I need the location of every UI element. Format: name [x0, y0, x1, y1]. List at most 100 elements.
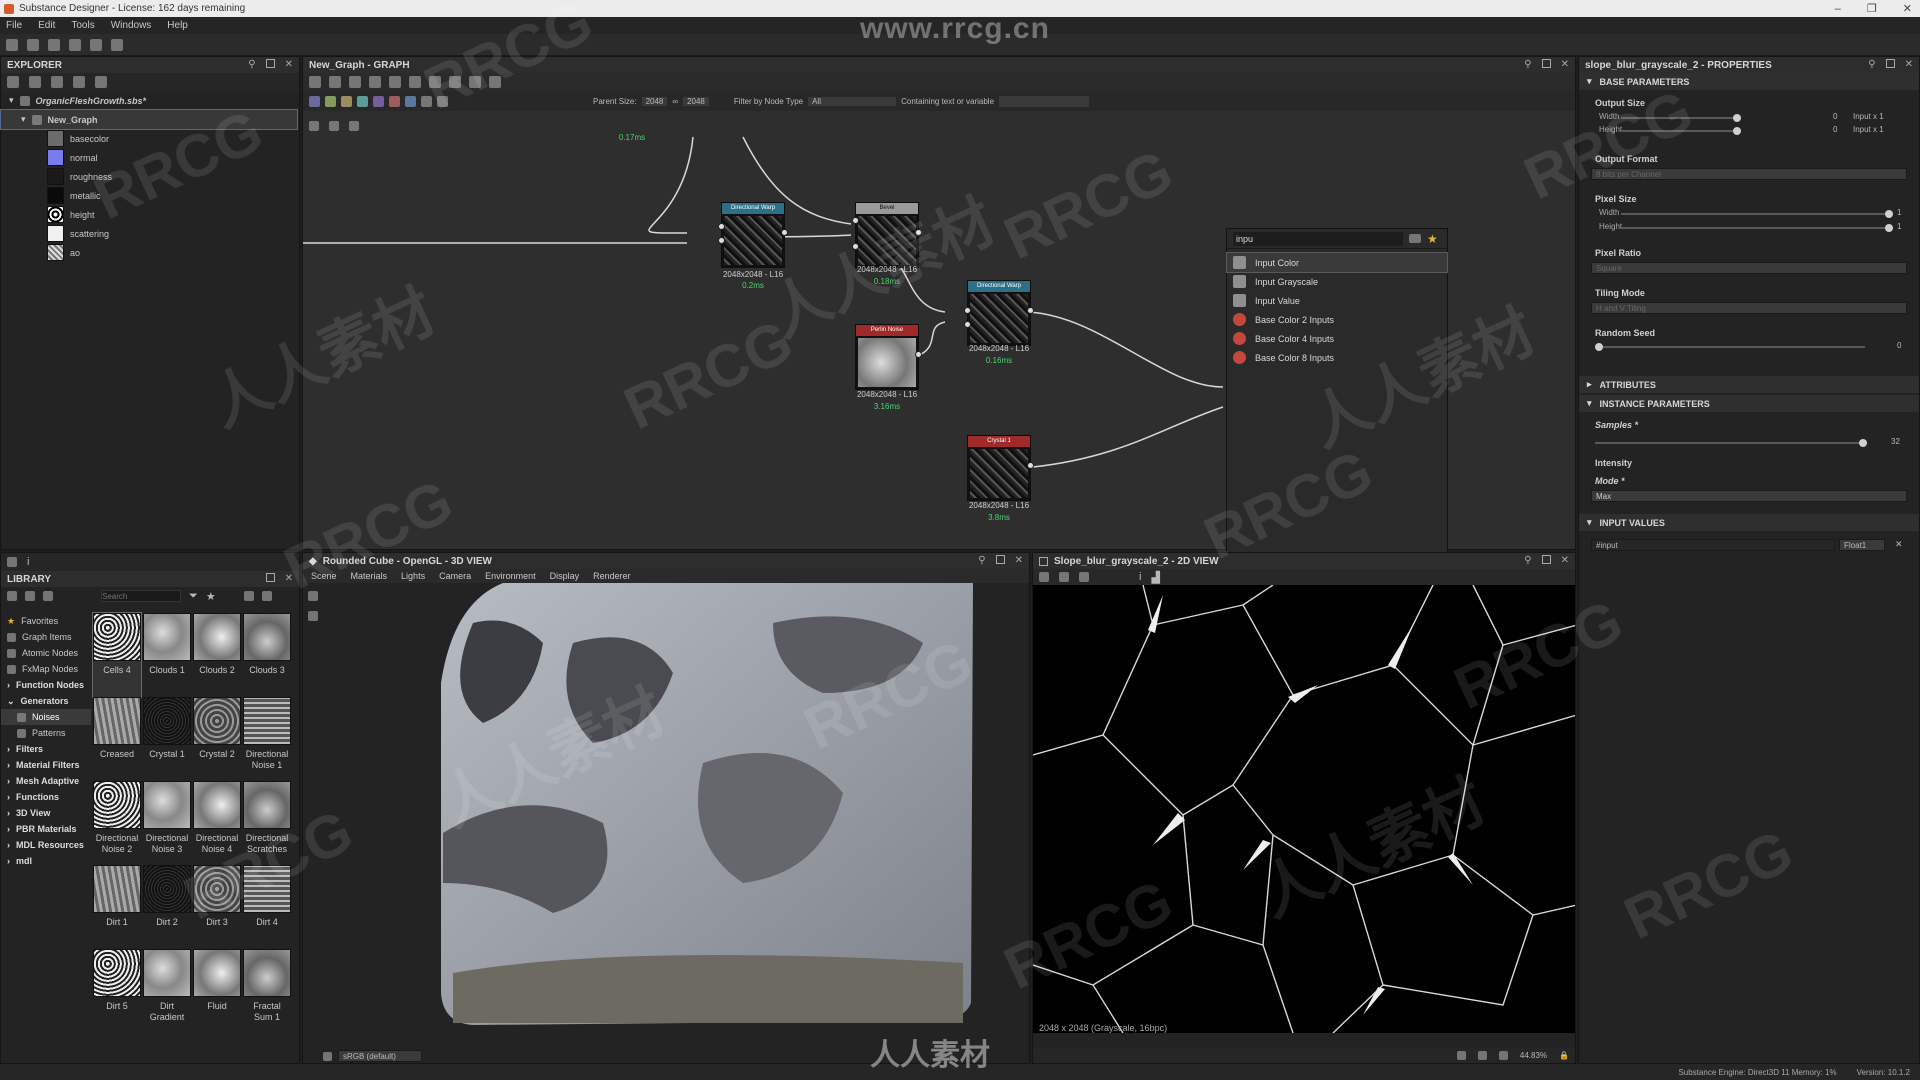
edit-icon[interactable] [43, 591, 53, 601]
category-function-nodes[interactable]: › Function Nodes [1, 677, 91, 693]
settings-icon[interactable] [95, 76, 107, 88]
close-icon[interactable]: ✕ [285, 59, 293, 70]
category-mdl[interactable]: › mdl [1, 853, 91, 869]
lock-icon[interactable]: 🔒 [1559, 1051, 1569, 1060]
minimize-icon[interactable]: – [1835, 3, 1841, 15]
category-generators[interactable]: ⌄ Generators [1, 693, 91, 709]
output-row[interactable]: height [1, 205, 299, 224]
width-mode-dropdown[interactable]: Input x 1 [1853, 112, 1884, 121]
library-item[interactable]: Dirt 4 [243, 865, 291, 949]
grid-view-icon[interactable] [243, 591, 254, 601]
menu-environment[interactable]: Environment [485, 571, 536, 581]
library-search-input[interactable] [101, 590, 181, 602]
pin-icon[interactable]: ⚲ [1868, 59, 1875, 70]
colorspace-dropdown[interactable]: sRGB (default) [338, 1050, 422, 1062]
info-icon[interactable]: i [1139, 571, 1141, 583]
category-noises[interactable]: Noises [1, 709, 91, 725]
category-fxmap[interactable]: FxMap Nodes [1, 661, 91, 677]
library-tab-icon[interactable] [7, 557, 17, 567]
output-row[interactable]: basecolor [1, 129, 299, 148]
menu-camera[interactable]: Camera [439, 571, 471, 581]
star-icon[interactable]: ★ [206, 590, 216, 603]
float-icon[interactable] [265, 573, 275, 582]
output-port[interactable] [915, 351, 922, 358]
menu-scene[interactable]: Scene [311, 571, 337, 581]
package-row[interactable]: ▾ OrganicFleshGrowth.sbs* [1, 91, 299, 110]
alpha-icon[interactable] [1498, 1050, 1508, 1060]
category-mesh-adaptive[interactable]: › Mesh Adaptive [1, 773, 91, 789]
output-port[interactable] [915, 229, 922, 236]
graph-row[interactable]: ▾ New_Graph [0, 109, 298, 130]
search-result[interactable]: Base Color 8 Inputs [1227, 348, 1447, 367]
slider-knob[interactable] [1733, 127, 1741, 135]
search-result[interactable]: Base Color 4 Inputs [1227, 329, 1447, 348]
menu-file[interactable]: File [6, 20, 22, 31]
search-result[interactable]: Input Color [1226, 252, 1448, 273]
graph-node[interactable]: Perlin Noise [855, 324, 922, 390]
output-port[interactable] [1027, 307, 1034, 314]
input-values-section[interactable]: ▾ INPUT VALUES [1579, 514, 1919, 531]
menu-renderer[interactable]: Renderer [593, 571, 631, 581]
search-result[interactable]: Input Grayscale [1227, 272, 1447, 291]
histogram-icon[interactable]: ▟ [1151, 571, 1159, 584]
light-icon[interactable] [308, 611, 318, 621]
float-icon[interactable] [265, 59, 275, 68]
zoom-level[interactable]: 44.83% [1520, 1051, 1547, 1060]
category-patterns[interactable]: Patterns [1, 725, 91, 741]
new-package-icon[interactable] [6, 38, 18, 51]
menu-windows[interactable]: Windows [111, 20, 152, 31]
list-view-icon[interactable] [261, 591, 272, 601]
fit-icon[interactable] [1039, 572, 1049, 582]
input-port[interactable] [964, 321, 971, 328]
new-icon[interactable] [7, 76, 19, 88]
channel-icon[interactable] [1477, 1050, 1487, 1060]
save-icon[interactable] [69, 38, 81, 51]
category-filters[interactable]: › Filters [1, 741, 91, 757]
star-icon[interactable]: ★ [1427, 232, 1438, 246]
random-seed-slider[interactable] [1595, 343, 1865, 351]
library-icon[interactable] [1409, 234, 1421, 243]
input-port[interactable] [718, 237, 725, 244]
category-3d-view[interactable]: › 3D View [1, 805, 91, 821]
menu-tools[interactable]: Tools [71, 20, 94, 31]
output-format-dropdown[interactable]: 8 bits per Channel [1591, 168, 1907, 180]
float-icon[interactable] [1541, 555, 1551, 564]
output-width-slider[interactable] [1621, 114, 1741, 122]
pin-icon[interactable]: ⚲ [248, 59, 255, 70]
library-item[interactable]: Dirt Gradient [143, 949, 191, 1033]
library-item[interactable]: Clouds 2 [193, 613, 241, 697]
close-icon[interactable]: ✕ [1015, 555, 1023, 566]
new-graph-icon[interactable] [27, 38, 39, 51]
input-type-dropdown[interactable]: Float1 [1839, 539, 1885, 551]
library-item[interactable]: Clouds 3 [243, 613, 291, 697]
pixel-width-slider[interactable] [1621, 210, 1893, 218]
save-image-icon[interactable] [1059, 572, 1069, 582]
category-atomic[interactable]: Atomic Nodes [1, 645, 91, 661]
open-icon[interactable] [48, 38, 60, 51]
close-icon[interactable]: ✕ [285, 573, 293, 584]
view3d-viewport[interactable] [323, 583, 1029, 1037]
slider-knob[interactable] [1859, 439, 1867, 447]
library-item[interactable]: Directional Noise 4 [193, 781, 241, 865]
library-item[interactable]: Fractal Sum 1 [243, 949, 291, 1033]
graph-node[interactable]: Crystal 1 [967, 435, 1034, 501]
pixel-ratio-dropdown[interactable]: Square [1591, 262, 1907, 274]
library-item[interactable]: Dirt 1 [93, 865, 141, 949]
refresh-icon[interactable] [29, 76, 41, 88]
category-material-filters[interactable]: › Material Filters [1, 757, 91, 773]
library-item[interactable]: Directional Noise 2 [93, 781, 141, 865]
slider-knob[interactable] [1595, 343, 1603, 351]
output-row[interactable]: scattering [1, 224, 299, 243]
output-row[interactable]: roughness [1, 167, 299, 186]
category-graph-items[interactable]: Graph Items [1, 629, 91, 645]
mode-dropdown[interactable]: Max [1591, 490, 1907, 502]
node-search-input[interactable]: inpu [1233, 231, 1403, 246]
height-mode-dropdown[interactable]: Input x 1 [1853, 125, 1884, 134]
pin-icon[interactable]: ⚲ [978, 555, 985, 566]
menu-display[interactable]: Display [550, 571, 580, 581]
camera-icon[interactable] [308, 591, 318, 601]
slider-knob[interactable] [1733, 114, 1741, 122]
redo-icon[interactable] [111, 38, 123, 51]
pixel-height-slider[interactable] [1621, 224, 1893, 232]
output-port[interactable] [781, 229, 788, 236]
